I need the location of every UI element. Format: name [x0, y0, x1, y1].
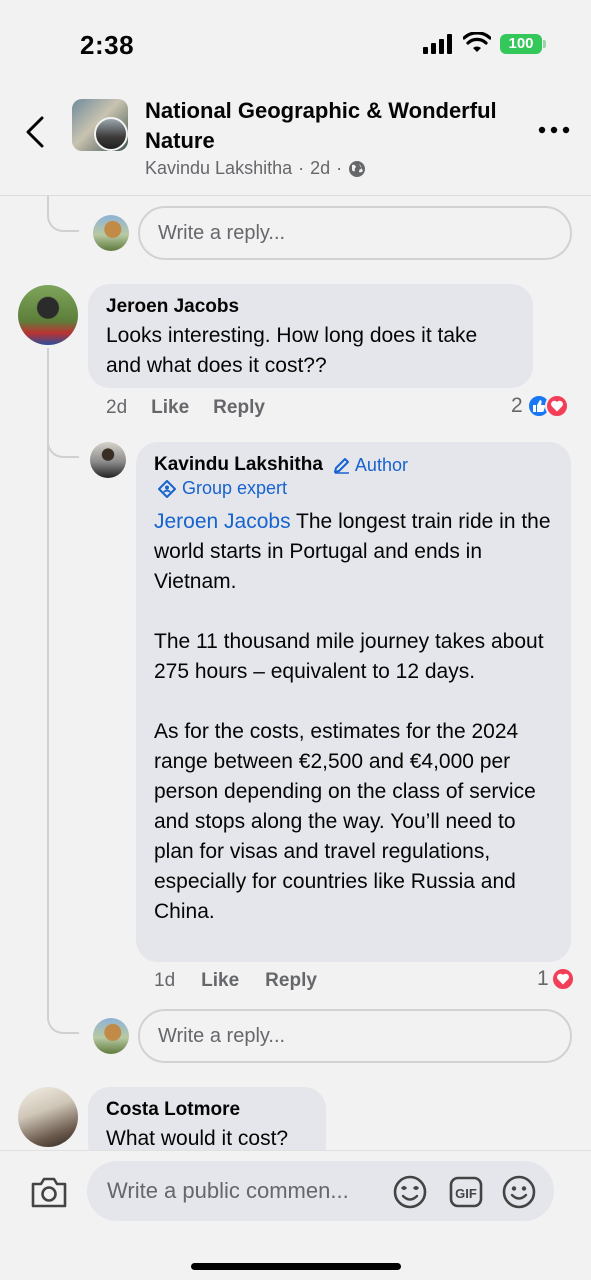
- avatar[interactable]: [18, 1087, 78, 1147]
- group-title[interactable]: National Geographic & Wonderful Nature: [145, 96, 525, 156]
- expert-badge-icon: [158, 479, 176, 498]
- reaction-summary[interactable]: 2: [511, 394, 569, 418]
- reply-author[interactable]: Kavindu Lakshitha: [154, 454, 323, 476]
- post-meta: Kavindu Lakshitha · 2d ·: [145, 158, 366, 179]
- reply-paragraph: As for the costs, estimates for the 2024…: [154, 719, 536, 923]
- pencil-icon: [333, 458, 349, 474]
- group-expert-label: Group expert: [182, 478, 288, 498]
- comment-text: Looks interesting. How long does it take…: [106, 324, 478, 377]
- wifi-icon: [463, 32, 491, 52]
- cellular-signal-icon: [423, 34, 452, 54]
- avatar[interactable]: [93, 1018, 129, 1054]
- reply-header: Kavindu Lakshitha Author: [154, 454, 553, 476]
- avatar[interactable]: [93, 215, 129, 251]
- reply-time: 1d: [154, 970, 176, 991]
- comment-actions: 2d Like Reply: [106, 397, 265, 419]
- author-badge-label: Author: [354, 454, 408, 475]
- reply-input[interactable]: Write a reply...: [138, 206, 572, 260]
- group-avatar[interactable]: [72, 99, 128, 151]
- home-indicator: [191, 1263, 401, 1270]
- camera-icon[interactable]: [30, 1175, 68, 1209]
- author-avatar-small: [94, 117, 128, 151]
- comment-input[interactable]: Write a public commen... GIF: [87, 1161, 554, 1221]
- author-badge[interactable]: Author: [333, 455, 408, 476]
- mention-link[interactable]: Jeroen Jacobs: [154, 510, 291, 533]
- reply-paragraph: Jeroen Jacobs The longest train ride in …: [154, 507, 553, 597]
- status-bar: 2:38 100: [0, 0, 591, 80]
- comment-bubble[interactable]: Jeroen Jacobs Looks interesting. How lon…: [88, 284, 533, 388]
- reply-bubble[interactable]: Kavindu Lakshitha Author Group expert Je…: [136, 442, 571, 962]
- avatar[interactable]: [18, 285, 78, 345]
- post-header: National Geographic & Wonderful Nature K…: [0, 80, 591, 196]
- post-author[interactable]: Kavindu Lakshitha: [145, 158, 292, 179]
- more-horizontal-icon[interactable]: [538, 124, 570, 136]
- comment-composer: Write a public commen... GIF: [0, 1150, 591, 1280]
- thread-connector: [47, 196, 79, 232]
- reply-placeholder: Write a reply...: [158, 1025, 286, 1047]
- group-expert-badge[interactable]: Group expert: [158, 478, 287, 499]
- reply-actions: 1d Like Reply: [154, 970, 317, 992]
- reply-button[interactable]: Reply: [213, 397, 265, 419]
- comment-placeholder: Write a public commen...: [107, 1178, 349, 1203]
- thread-connector: [47, 428, 79, 458]
- love-reaction-icon: [550, 967, 575, 991]
- emoji-icon[interactable]: [501, 1174, 537, 1210]
- reply-input[interactable]: Write a reply...: [138, 1009, 572, 1063]
- reply-button[interactable]: Reply: [265, 970, 317, 992]
- meta-separator: ·: [298, 158, 305, 178]
- reaction-summary[interactable]: 1: [537, 967, 575, 991]
- battery-tip: [543, 40, 546, 48]
- reply-paragraph: The 11 thousand mile journey takes about…: [154, 629, 544, 683]
- chevron-left-icon[interactable]: [22, 114, 50, 150]
- comment-author[interactable]: Jeroen Jacobs: [106, 296, 515, 318]
- like-button[interactable]: Like: [151, 397, 189, 419]
- sticker-icon[interactable]: [392, 1174, 428, 1210]
- reaction-count: 2: [511, 394, 523, 417]
- reaction-count: 1: [537, 967, 549, 990]
- love-reaction-icon: [544, 394, 569, 418]
- comment-time: 2d: [106, 397, 128, 418]
- battery-indicator: 100: [500, 34, 542, 54]
- avatar[interactable]: [90, 442, 126, 478]
- status-time: 2:38: [80, 30, 135, 60]
- post-age: 2d: [310, 158, 331, 178]
- thread-connector: [47, 1000, 79, 1034]
- reply-placeholder: Write a reply...: [158, 222, 286, 244]
- globe-icon: [349, 160, 366, 177]
- meta-separator: ·: [336, 158, 343, 178]
- like-button[interactable]: Like: [201, 970, 239, 992]
- gif-icon[interactable]: GIF: [448, 1174, 484, 1210]
- comment-author[interactable]: Costa Lotmore: [106, 1099, 308, 1121]
- svg-text:GIF: GIF: [455, 1186, 477, 1201]
